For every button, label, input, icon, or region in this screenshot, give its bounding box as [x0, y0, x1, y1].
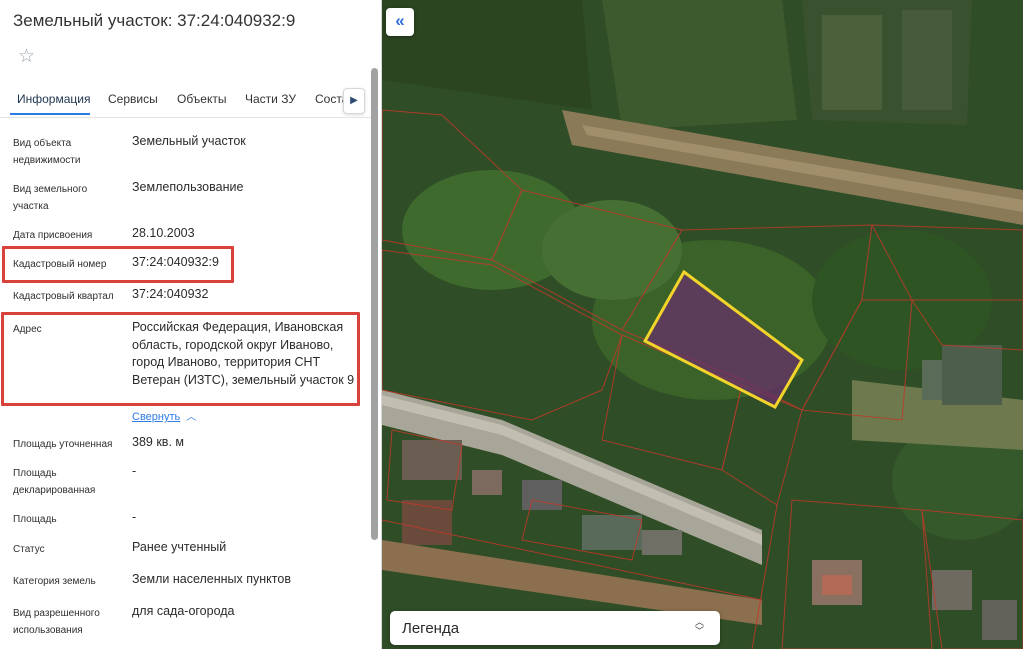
area-declared-label: Площадь декларированная	[13, 468, 96, 496]
land-use-type-value: Землепользование	[132, 180, 244, 194]
tab-bar: Информация Сервисы Объекты Части ЗУ Сост…	[0, 84, 372, 118]
tab-parts[interactable]: Части ЗУ	[245, 92, 296, 106]
collapse-link[interactable]: Свернуть ︿	[132, 408, 196, 423]
tab-information[interactable]: Информация	[17, 92, 90, 106]
map-imagery	[382, 0, 1023, 649]
active-tab-indicator	[10, 113, 90, 115]
tab-objects[interactable]: Объекты	[177, 92, 227, 106]
satellite-map[interactable]	[382, 0, 1023, 649]
assign-date-value: 28.10.2003	[132, 226, 195, 240]
land-use-type-label: Вид земельного участка	[13, 184, 88, 212]
object-type-label: Вид объекта недвижимости	[13, 138, 81, 166]
address-value: Российская Федерация, Ивановская область…	[132, 320, 355, 387]
cadastral-number-label: Кадастровый номер	[13, 259, 107, 270]
permitted-use-value: для сада-огорода	[132, 604, 235, 618]
cadastral-block-value[interactable]: 37:24:040932	[132, 286, 364, 304]
legend-label: Легенда	[402, 620, 460, 637]
tab-services[interactable]: Сервисы	[108, 92, 158, 106]
cadastral-block-label: Кадастровый квартал	[13, 291, 114, 302]
collapse-link-label[interactable]: Свернуть	[132, 411, 180, 423]
status-value: Ранее учтенный	[132, 540, 227, 554]
area-precise-label: Площадь уточненная	[13, 439, 113, 450]
object-type-value: Земельный участок	[132, 134, 246, 148]
land-category-value: Земли населенных пунктов	[132, 572, 291, 586]
area-value: -	[132, 510, 137, 524]
page-title: Земельный участок: 37:24:040932:9	[13, 11, 296, 30]
legend-dropdown[interactable]: Легенда ︿ ﹀	[390, 611, 720, 645]
cadastral-number-value: 37:24:040932:9	[132, 255, 219, 269]
assign-date-label: Дата присвоения	[13, 230, 93, 241]
panel-scrollbar[interactable]	[371, 68, 378, 540]
star-outline-icon[interactable]: ☆	[18, 47, 35, 66]
chevron-up-down-icon: ︿ ﹀	[694, 617, 704, 636]
permitted-use-label: Вид разрешенного использования	[13, 608, 100, 636]
area-precise-value: 389 кв. м	[132, 435, 184, 449]
land-category-label: Категория земель	[13, 576, 96, 587]
area-label: Площадь	[13, 514, 57, 525]
area-declared-value: -	[132, 464, 137, 478]
status-label: Статус	[13, 544, 45, 555]
double-chevron-left-icon[interactable]: «	[386, 8, 414, 36]
address-label: Адрес	[13, 324, 42, 335]
info-panel: Земельный участок: 37:24:040932:9 ☆ Инфо…	[0, 0, 382, 649]
chevron-right-icon[interactable]: ▶	[343, 88, 365, 114]
chevron-up-icon[interactable]: ︿	[186, 408, 196, 423]
